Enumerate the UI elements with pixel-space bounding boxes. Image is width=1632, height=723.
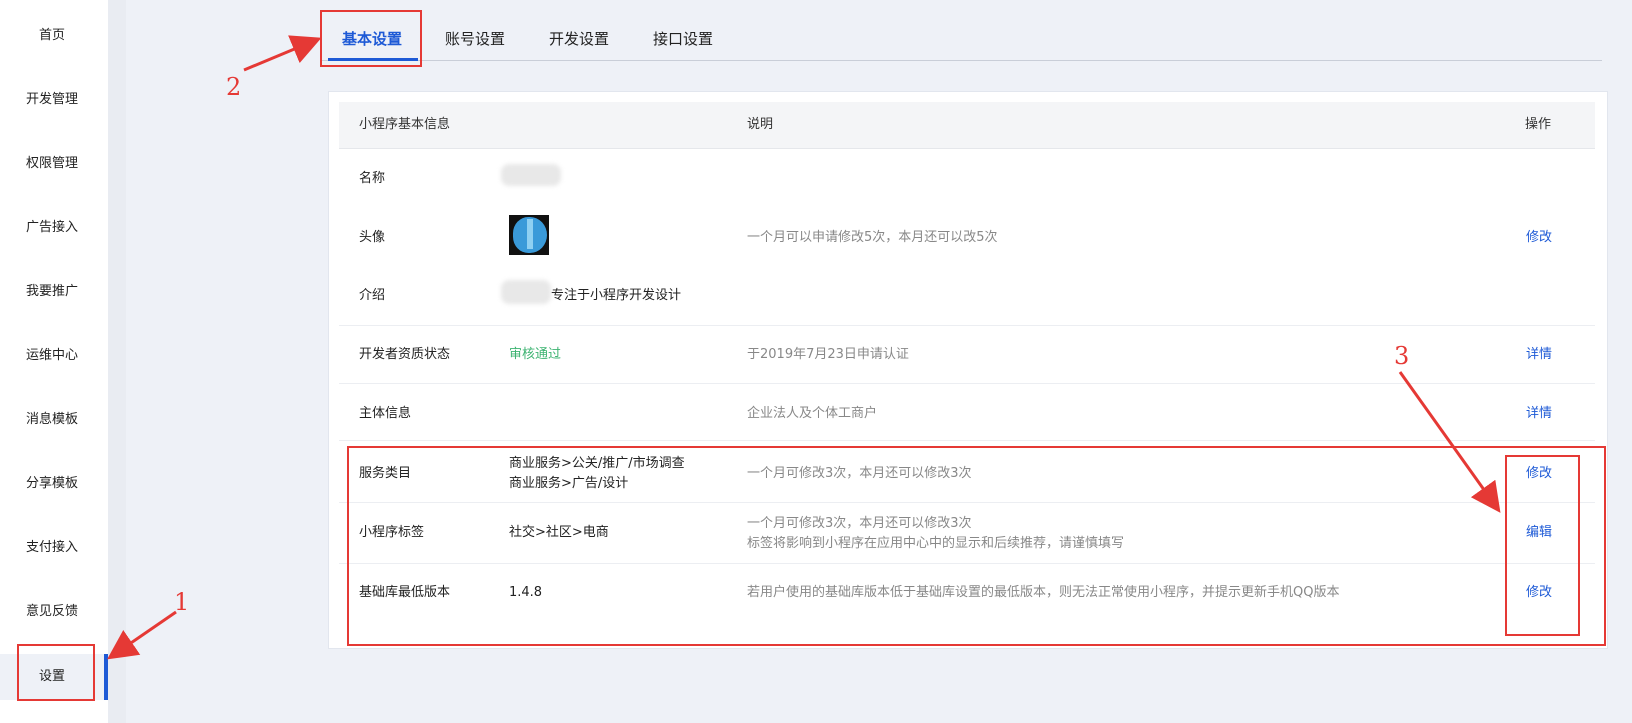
- annotation-arrows: [107, 35, 1501, 660]
- arrow-3: [1398, 371, 1501, 513]
- arrow-2: [243, 35, 322, 72]
- arrow-1: [107, 610, 177, 660]
